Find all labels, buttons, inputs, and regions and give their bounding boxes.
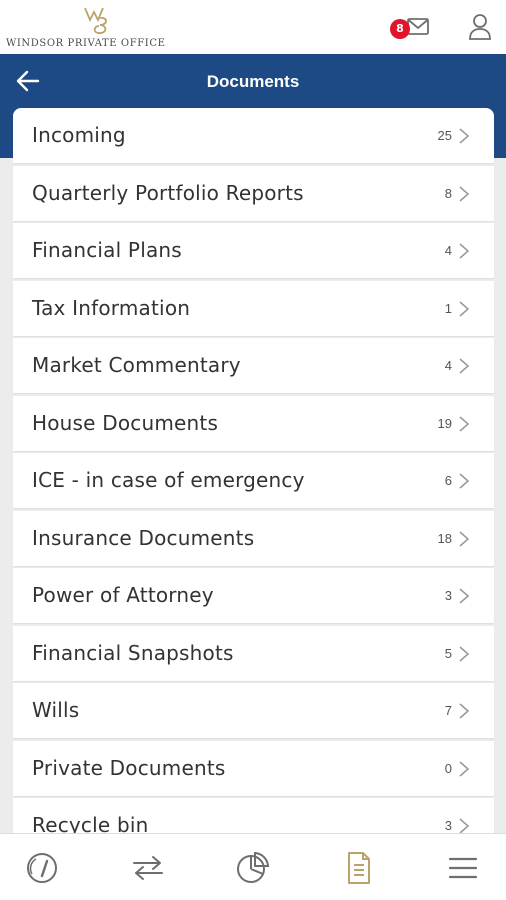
folder-count: 5 bbox=[444, 645, 452, 661]
transfer-arrows-icon[interactable] bbox=[128, 850, 168, 886]
wpo-monogram-icon bbox=[84, 7, 107, 34]
folder-label: Financial Snapshots bbox=[32, 640, 234, 665]
pie-chart-icon[interactable] bbox=[233, 850, 273, 886]
bottom-navigation bbox=[0, 833, 506, 900]
folder-label: Financial Plans bbox=[32, 238, 182, 262]
document-folder-list: Incoming 25 Quarterly Portfolio Reports 8 Fi… bbox=[13, 108, 494, 856]
document-icon[interactable] bbox=[338, 850, 378, 886]
document-folder-row[interactable]: Private Documents 0 bbox=[13, 740, 494, 796]
chevron-right-icon bbox=[459, 185, 470, 202]
folder-count: 1 bbox=[444, 300, 452, 316]
document-folder-row[interactable]: Insurance Documents 18 bbox=[13, 510, 494, 566]
unread-badge: 8 bbox=[390, 19, 410, 39]
chevron-right-icon bbox=[459, 473, 470, 489]
folder-count: 25 bbox=[437, 128, 452, 143]
chevron-right-icon bbox=[459, 415, 470, 432]
chevron-right-icon bbox=[459, 530, 470, 547]
document-folder-row[interactable]: Tax Information 1 bbox=[13, 280, 494, 336]
page-title: Documents bbox=[206, 72, 300, 91]
brand-bar: WINDSOR PRIVATE OFFICE 8 bbox=[0, 0, 506, 54]
folder-count: 6 bbox=[444, 473, 452, 488]
folder-count: 19 bbox=[437, 415, 452, 431]
brand-logo: WINDSOR PRIVATE OFFICE bbox=[6, 4, 184, 50]
folder-label: Power of Attorney bbox=[32, 583, 214, 607]
folder-count: 18 bbox=[437, 530, 452, 546]
folder-count: 4 bbox=[444, 358, 452, 373]
chevron-right-icon bbox=[459, 358, 470, 374]
document-folder-row[interactable]: House Documents 19 bbox=[13, 395, 494, 451]
document-folder-row[interactable]: Market Commentary 4 bbox=[13, 338, 494, 393]
folder-label: ICE - in case of emergency bbox=[32, 468, 305, 492]
document-folder-row[interactable]: ICE - in case of emergency 6 bbox=[13, 453, 494, 508]
chevron-right-icon bbox=[459, 645, 470, 662]
folder-label: Tax Information bbox=[32, 295, 191, 320]
document-folder-row[interactable]: Quarterly Portfolio Reports 8 bbox=[13, 165, 494, 221]
folder-label: Quarterly Portfolio Reports bbox=[32, 180, 304, 205]
folder-label: Incoming bbox=[32, 123, 126, 147]
dashboard-gauge-icon[interactable] bbox=[22, 850, 62, 886]
document-folder-row[interactable]: Power of Attorney 3 bbox=[13, 568, 494, 623]
app-screen: WINDSOR PRIVATE OFFICE 8 Documents Incom… bbox=[0, 0, 506, 900]
folder-label: Market Commentary bbox=[32, 353, 241, 377]
folder-label: Wills bbox=[32, 698, 80, 722]
folder-count: 7 bbox=[444, 703, 452, 718]
chevron-right-icon bbox=[459, 703, 470, 719]
chevron-right-icon bbox=[459, 588, 470, 604]
chevron-right-icon bbox=[459, 300, 470, 317]
folder-label: House Documents bbox=[32, 410, 219, 435]
chevron-right-icon bbox=[459, 128, 470, 144]
folder-count: 0 bbox=[444, 760, 452, 776]
messages-button[interactable]: 8 bbox=[390, 14, 440, 42]
folder-label: Private Documents bbox=[32, 755, 226, 780]
chevron-right-icon bbox=[459, 760, 470, 777]
document-folder-row[interactable]: Financial Plans 4 bbox=[13, 223, 494, 278]
document-folder-row[interactable]: Incoming 25 bbox=[13, 108, 494, 163]
brand-name: WINDSOR PRIVATE OFFICE bbox=[6, 38, 166, 49]
document-folder-row[interactable]: Financial Snapshots 5 bbox=[13, 625, 494, 681]
folder-count: 4 bbox=[444, 243, 452, 258]
folder-count: 3 bbox=[444, 588, 452, 603]
document-folder-row[interactable]: Wills 7 bbox=[13, 683, 494, 738]
chevron-right-icon bbox=[459, 243, 470, 259]
folder-label: Insurance Documents bbox=[32, 525, 255, 550]
menu-icon[interactable] bbox=[443, 850, 483, 886]
user-icon[interactable] bbox=[466, 12, 494, 42]
folder-count: 8 bbox=[444, 185, 452, 201]
